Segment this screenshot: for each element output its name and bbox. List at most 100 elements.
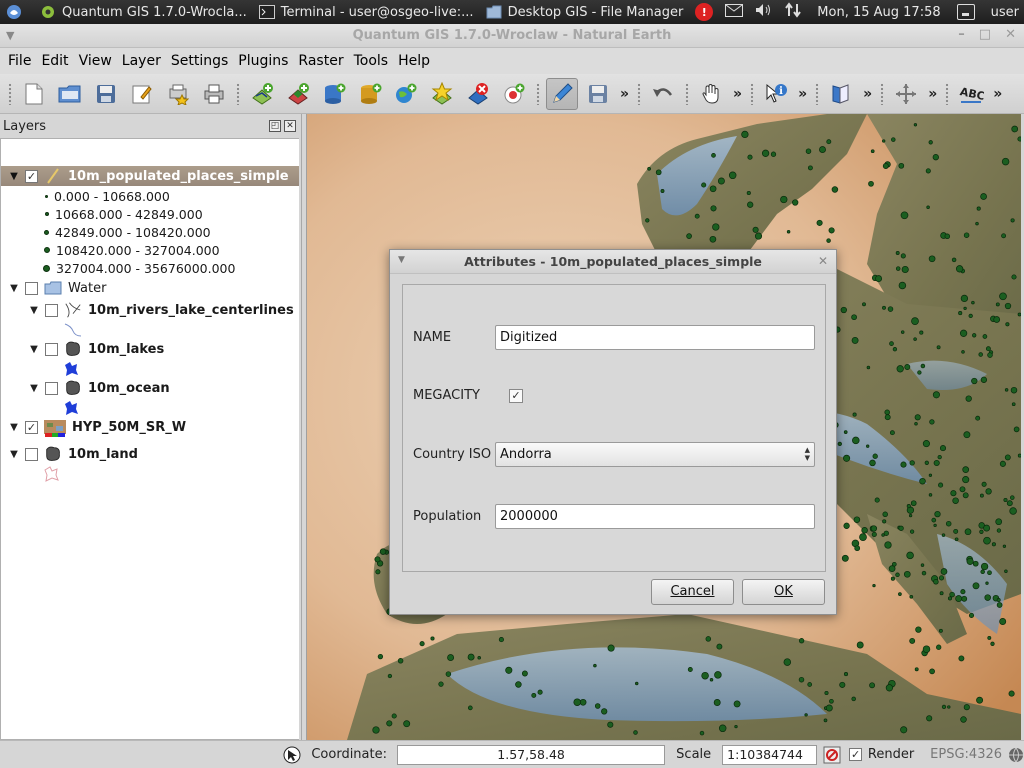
save-project-button[interactable] (90, 78, 122, 110)
toolbar-overflow-chevron-icon[interactable]: » (924, 86, 941, 102)
new-print-composer-button[interactable] (162, 78, 194, 110)
layer-visibility-checkbox[interactable] (45, 303, 58, 317)
identify-features-button[interactable]: i (760, 78, 792, 110)
menu-layer[interactable]: Layer (117, 53, 166, 69)
close-icon[interactable]: ✕ (818, 254, 828, 268)
close-icon[interactable]: ✕ (1005, 27, 1016, 42)
taskbar-item-qgis[interactable]: Quantum GIS 1.7.0-Wrocla... (34, 0, 253, 24)
menu-plugins[interactable]: Plugins (233, 53, 293, 69)
toggle-editing-button[interactable] (546, 77, 578, 110)
expand-arrow-icon[interactable]: ▼ (27, 305, 41, 316)
toolbar-grip[interactable] (536, 82, 540, 105)
toolbar-overflow-chevron-icon[interactable]: » (794, 86, 811, 102)
expand-arrow-icon[interactable]: ▼ (7, 449, 21, 460)
menu-file[interactable]: File (3, 53, 36, 69)
taskbar-item-file-manager[interactable]: Desktop GIS - File Manager (480, 0, 690, 24)
crs-status[interactable]: EPSG:4326 (930, 747, 1002, 762)
gps-tools-button[interactable] (498, 78, 530, 110)
menu-edit[interactable]: Edit (36, 53, 73, 69)
render-checkbox[interactable]: ✓ (849, 748, 862, 761)
layer-item-lakes[interactable]: ▼ 10m_lakes (27, 339, 164, 359)
toolbar-grip[interactable] (685, 82, 690, 105)
save-edits-button[interactable] (582, 78, 614, 110)
megacity-checkbox[interactable]: ✓ (509, 389, 523, 403)
close-panel-icon[interactable]: ✕ (284, 120, 296, 132)
projection-globe-icon[interactable] (1008, 747, 1024, 763)
maximize-icon[interactable]: □ (979, 27, 991, 42)
move-label-button[interactable] (890, 78, 922, 110)
layer-item-land[interactable]: ▼ 10m_land (7, 444, 138, 464)
new-shapefile-layer-button[interactable] (426, 78, 458, 110)
toolbar-grip[interactable] (750, 82, 755, 105)
expand-arrow-icon[interactable]: ▼ (7, 171, 21, 182)
menu-help[interactable]: Help (393, 53, 435, 69)
add-vector-layer-button[interactable] (246, 78, 278, 110)
expand-arrow-icon[interactable]: ▼ (7, 422, 21, 433)
pan-map-button[interactable] (695, 78, 727, 110)
user-menu[interactable]: user (981, 0, 1024, 24)
ok-button[interactable]: OK (742, 579, 825, 605)
toolbar-grip[interactable] (8, 82, 12, 105)
toolbar-overflow-chevron-icon[interactable]: » (616, 86, 633, 102)
expand-arrow-icon[interactable]: ▼ (27, 383, 41, 394)
stop-render-button[interactable] (823, 746, 841, 764)
menu-tools[interactable]: Tools (349, 53, 394, 69)
float-panel-icon[interactable]: ◰ (269, 120, 281, 132)
country-iso-select[interactable]: Andorra ▲ ▼ (495, 442, 815, 467)
show-desktop-button[interactable] (951, 0, 981, 24)
save-as-button[interactable] (126, 78, 158, 110)
layer-visibility-checkbox[interactable]: ✓ (25, 169, 38, 183)
dialog-titlebar[interactable]: ▼ Attributes - 10m_populated_places_simp… (390, 250, 836, 274)
layer-item-populated-places[interactable]: ▼ ✓ 10m_populated_places_simple (1, 166, 299, 186)
layer-item-ocean[interactable]: ▼ 10m_ocean (27, 378, 169, 398)
new-project-button[interactable] (18, 78, 50, 110)
menu-view[interactable]: View (74, 53, 117, 69)
window-menu-icon[interactable]: ▼ (6, 29, 14, 42)
population-input[interactable] (495, 504, 815, 529)
remove-layer-button[interactable] (462, 78, 494, 110)
name-input[interactable] (495, 325, 815, 350)
add-raster-layer-button[interactable] (282, 78, 314, 110)
dialog-menu-icon[interactable]: ▼ (398, 255, 405, 265)
add-wms-layer-button[interactable] (390, 78, 422, 110)
add-spatialite-layer-button[interactable] (354, 78, 386, 110)
layer-group-water[interactable]: ▼ Water (7, 278, 106, 298)
coordinate-display[interactable]: 1.57,58.48 (397, 744, 666, 765)
undo-button[interactable] (647, 78, 679, 110)
expand-arrow-icon[interactable]: ▼ (7, 283, 21, 294)
scale-input[interactable]: 1:10384744 (722, 744, 818, 765)
toolbar-overflow-chevron-icon[interactable]: » (859, 86, 876, 102)
taskbar-item-terminal[interactable]: Terminal - user@osgeo-live:... (253, 0, 480, 24)
toolbar-grip[interactable] (880, 82, 885, 105)
layer-visibility-checkbox[interactable] (25, 447, 38, 461)
menu-settings[interactable]: Settings (166, 53, 233, 69)
clock[interactable]: Mon, 15 Aug 17:58 (807, 0, 950, 24)
group-visibility-checkbox[interactable] (25, 281, 38, 295)
menu-raster[interactable]: Raster (293, 53, 348, 69)
mail-button[interactable] (719, 0, 749, 24)
window-titlebar[interactable]: ▼ Quantum GIS 1.7.0-Wroclaw - Natural Ea… (0, 24, 1024, 48)
layer-item-rivers[interactable]: ▼ 10m_rivers_lake_centerlines (27, 300, 294, 320)
layer-visibility-checkbox[interactable] (45, 381, 58, 395)
toolbar-grip[interactable] (236, 82, 240, 105)
layer-item-hyp-raster[interactable]: ▼ ✓ HYP_50M_SR_W (7, 417, 186, 437)
toolbar-grip[interactable] (815, 82, 820, 105)
toolbar-overflow-chevron-icon[interactable]: » (989, 86, 1006, 102)
minimize-icon[interactable]: – (958, 27, 965, 42)
coordinate-capture-toggle[interactable] (282, 746, 301, 764)
layer-visibility-checkbox[interactable] (45, 342, 58, 356)
toolbar-grip[interactable] (945, 82, 950, 105)
expand-arrow-icon[interactable]: ▼ (27, 344, 41, 355)
add-postgis-layer-button[interactable] (318, 78, 350, 110)
app-menu-button[interactable] (0, 0, 34, 24)
network-button[interactable] (779, 0, 807, 24)
update-notifier[interactable]: ! (689, 0, 719, 24)
toolbar-grip[interactable] (637, 82, 642, 105)
toolbar-overflow-chevron-icon[interactable]: » (729, 86, 746, 102)
cancel-button[interactable]: Cancel (651, 579, 734, 605)
print-button[interactable] (198, 78, 230, 110)
labeling-button[interactable]: ABC (955, 78, 987, 110)
volume-button[interactable] (749, 0, 779, 24)
help-contents-button[interactable] (825, 78, 857, 110)
layer-visibility-checkbox[interactable]: ✓ (25, 420, 38, 434)
